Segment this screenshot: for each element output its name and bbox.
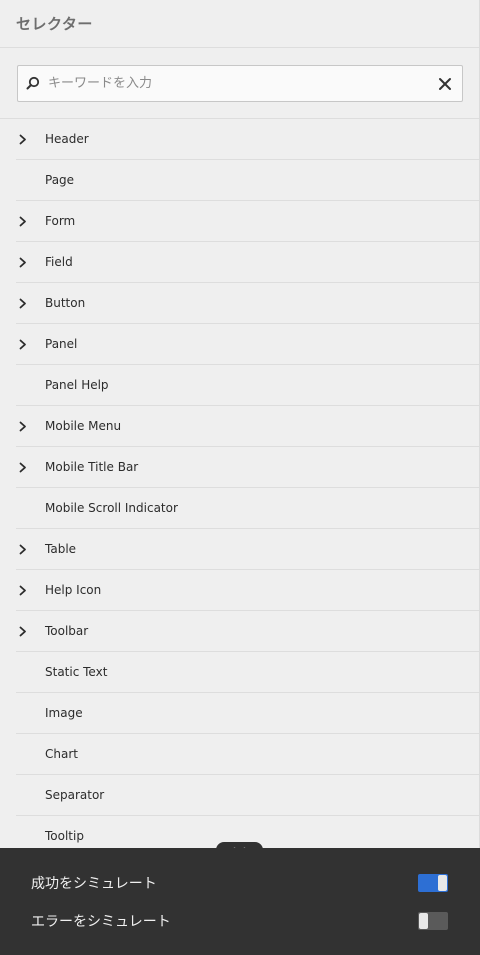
- tree-item[interactable]: Field: [16, 242, 479, 283]
- selector-tree: Header Page Form Field Button Panel Panel Help…: [0, 119, 479, 857]
- tree-item-label: Page: [45, 173, 75, 187]
- chevron-right-icon[interactable]: [19, 585, 27, 596]
- panel-title: セレクター: [16, 15, 93, 33]
- tree-item[interactable]: Table: [16, 529, 479, 570]
- chevron-right-icon[interactable]: [19, 626, 27, 637]
- simulate-success-row: 成功をシミュレート: [31, 873, 157, 893]
- simulate-success-label: 成功をシミュレート: [31, 876, 157, 892]
- tree-item-label: Mobile Title Bar: [45, 460, 139, 474]
- chevron-right-icon[interactable]: [19, 544, 27, 555]
- search-box[interactable]: [17, 65, 463, 102]
- chevron-right-icon[interactable]: [19, 216, 27, 227]
- close-icon[interactable]: [438, 77, 452, 91]
- tree-item-label: Toolbar: [45, 624, 89, 638]
- simulation-footer: 成功をシミュレート エラーをシミュレート: [0, 848, 480, 955]
- tree-item-label: Help Icon: [45, 583, 102, 597]
- tree-item[interactable]: Mobile Title Bar: [16, 447, 479, 488]
- tree-item-label: Tooltip: [45, 829, 84, 843]
- simulate-error-row: エラーをシミュレート: [31, 911, 171, 931]
- tree-item-label: Field: [45, 255, 73, 269]
- tree-item[interactable]: Static Text: [16, 652, 479, 693]
- chevron-right-icon[interactable]: [19, 462, 27, 473]
- tree-item[interactable]: Page: [16, 160, 479, 201]
- chevron-right-icon[interactable]: [19, 298, 27, 309]
- toggle-thumb: [438, 875, 447, 891]
- search-area: [0, 48, 479, 119]
- tree-item[interactable]: Mobile Scroll Indicator: [16, 488, 479, 529]
- simulate-success-toggle[interactable]: [418, 874, 448, 892]
- tree-item-label: Table: [45, 542, 77, 556]
- tree-item[interactable]: Help Icon: [16, 570, 479, 611]
- chevron-right-icon[interactable]: [19, 257, 27, 268]
- tree-item-label: Mobile Menu: [45, 419, 122, 433]
- tree-item-label: Static Text: [45, 665, 108, 679]
- panel-header: セレクター: [0, 0, 479, 48]
- search-input[interactable]: [48, 66, 418, 101]
- tree-item[interactable]: Separator: [16, 775, 479, 816]
- chevron-right-icon[interactable]: [19, 134, 27, 145]
- simulate-error-label: エラーをシミュレート: [31, 914, 171, 930]
- tree-item[interactable]: Toolbar: [16, 611, 479, 652]
- tree-item-label: Form: [45, 214, 76, 228]
- tree-item-label: Panel Help: [45, 378, 109, 392]
- tree-item-label: Chart: [45, 747, 78, 761]
- tree-item-label: Mobile Scroll Indicator: [45, 501, 178, 515]
- search-icon: [26, 76, 40, 90]
- tree-item[interactable]: Panel: [16, 324, 479, 365]
- tree-item[interactable]: Panel Help: [16, 365, 479, 406]
- chevron-right-icon[interactable]: [19, 421, 27, 432]
- tree-item-label: Header: [45, 132, 89, 146]
- tree-item[interactable]: Button: [16, 283, 479, 324]
- tree-item-label: Panel: [45, 337, 78, 351]
- tree-item-label: Button: [45, 296, 86, 310]
- toggle-thumb: [419, 913, 428, 929]
- selector-panel: セレクター Header Page Form Field Button Panel Pane…: [0, 0, 480, 955]
- tree-item[interactable]: Form: [16, 201, 479, 242]
- tree-item-label: Separator: [45, 788, 105, 802]
- simulate-error-toggle[interactable]: [418, 912, 448, 930]
- tree-item[interactable]: Chart: [16, 734, 479, 775]
- tree-item[interactable]: Mobile Menu: [16, 406, 479, 447]
- chevron-right-icon[interactable]: [19, 339, 27, 350]
- tree-item[interactable]: Image: [16, 693, 479, 734]
- tree-item[interactable]: Header: [16, 119, 479, 160]
- tree-item-label: Image: [45, 706, 83, 720]
